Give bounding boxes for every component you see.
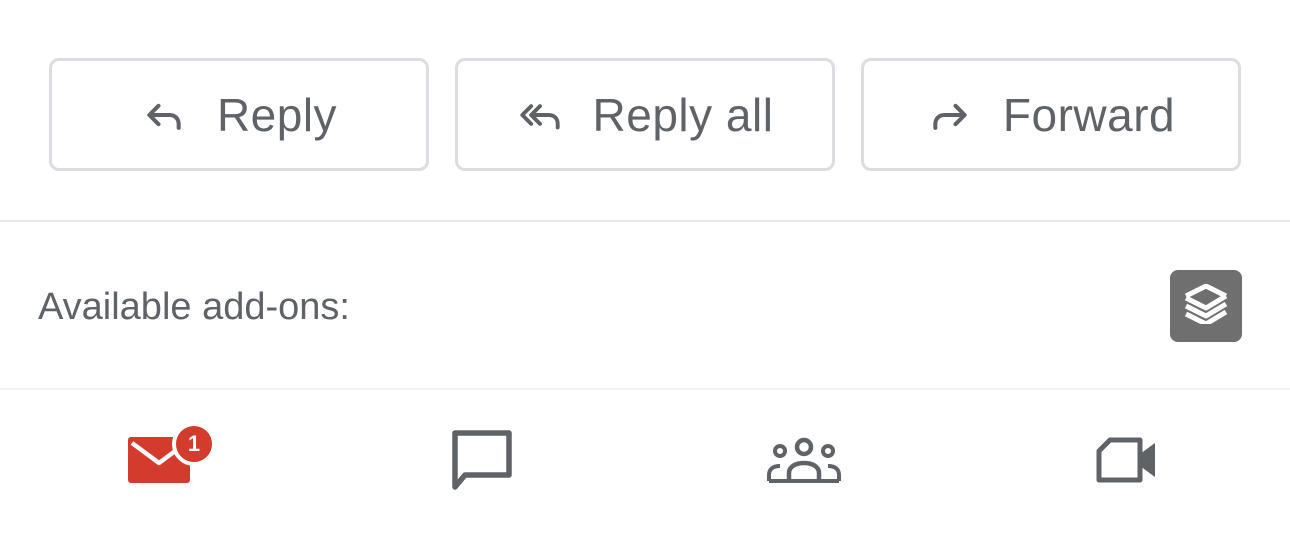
reply-label: Reply — [216, 88, 338, 141]
section-divider — [0, 220, 1290, 222]
forward-icon — [927, 92, 973, 138]
reply-all-button[interactable]: Reply all — [455, 58, 835, 171]
addon-todoist-button[interactable] — [1170, 270, 1242, 342]
todoist-layers-icon — [1182, 283, 1230, 329]
chat-icon — [451, 429, 513, 496]
reply-icon — [141, 92, 187, 138]
email-footer-screen: Reply Reply all Forward Available add-on… — [0, 0, 1290, 533]
unread-count-badge: 1 — [172, 422, 216, 466]
addons-label: Available add-ons: — [38, 286, 350, 328]
nav-mail-tab[interactable]: 1 — [99, 390, 219, 533]
message-actions: Reply Reply all Forward — [0, 0, 1290, 221]
nav-chat-tab[interactable] — [422, 390, 542, 533]
spaces-icon — [767, 437, 841, 488]
bottom-navigation: 1 — [0, 388, 1290, 533]
meet-icon — [1096, 437, 1158, 488]
forward-button[interactable]: Forward — [861, 58, 1241, 171]
nav-spaces-tab[interactable] — [744, 390, 864, 533]
nav-meet-tab[interactable] — [1067, 390, 1187, 533]
forward-label: Forward — [1002, 88, 1176, 141]
reply-all-icon — [517, 92, 563, 138]
reply-all-label: Reply all — [592, 88, 774, 141]
reply-button[interactable]: Reply — [49, 58, 429, 171]
